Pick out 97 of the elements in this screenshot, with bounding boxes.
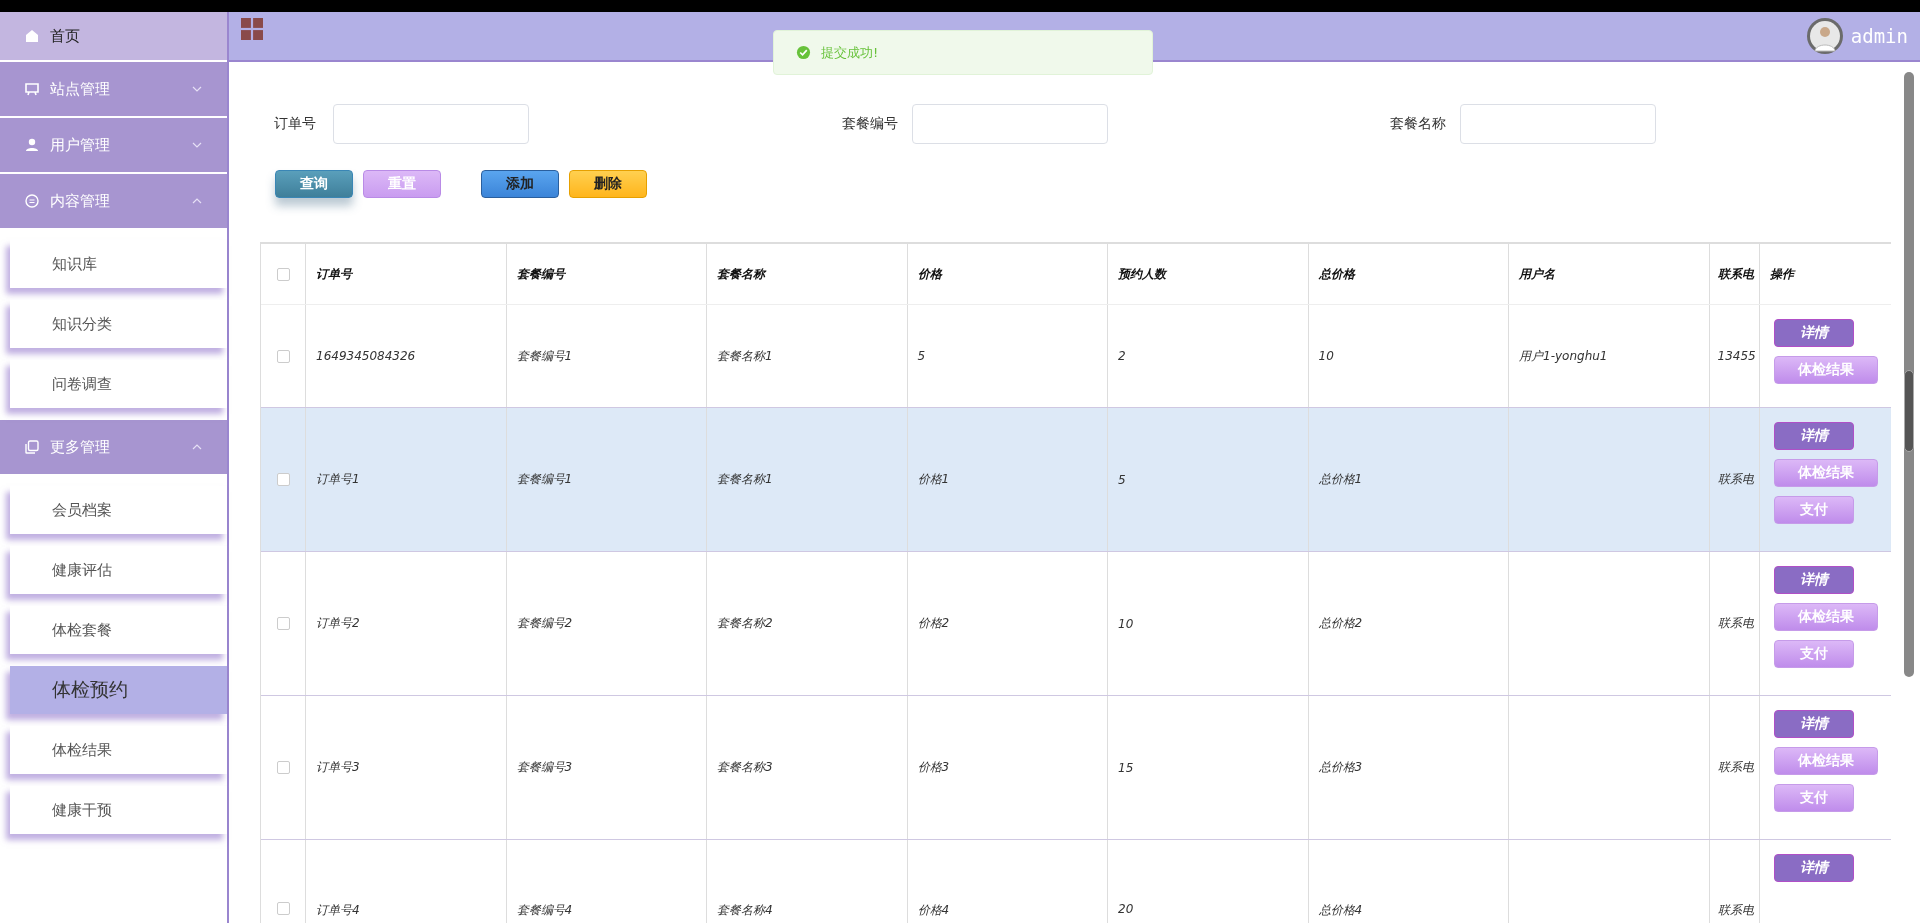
column-header: 用户名: [1509, 244, 1710, 304]
table-cell: 总价格4: [1308, 840, 1509, 923]
detail-button[interactable]: 详情: [1773, 566, 1854, 594]
menu-group[interactable]: 用户管理: [0, 118, 227, 174]
sidebar-item[interactable]: 体检套餐: [10, 606, 227, 654]
toast-message: 提交成功!: [821, 43, 879, 62]
table-row[interactable]: 订单号1 套餐编号1 套餐名称1 价格1 5 总价格1 联系电 详情 体检结果 支付: [261, 408, 1891, 552]
table-cell: 联系电: [1709, 840, 1760, 923]
home-icon: [24, 28, 40, 44]
sidebar-item[interactable]: 知识分类: [10, 300, 227, 348]
table-row[interactable]: 订单号3 套餐编号3 套餐名称3 价格3 15 总价格3 联系电 详情 体检结果 支付: [261, 696, 1891, 840]
table-cell: 2: [1108, 305, 1309, 407]
field-label: 套餐名称: [1389, 115, 1446, 133]
menu-group[interactable]: 更多管理: [0, 420, 227, 476]
table-cell: 套餐编号1: [506, 305, 707, 407]
detail-button[interactable]: 详情: [1773, 422, 1854, 450]
column-header: 预约人数: [1108, 244, 1309, 304]
table-cell: 套餐名称1: [707, 408, 908, 551]
table-cell: 5: [1108, 408, 1309, 551]
monitor-icon: [24, 81, 40, 97]
table-cell: 10: [1308, 305, 1509, 407]
column-header: 套餐编号: [506, 244, 707, 304]
column-header: 联系电: [1709, 244, 1760, 304]
chevron-up-icon: [191, 197, 203, 205]
detail-button[interactable]: 详情: [1773, 854, 1854, 882]
column-header: 总价格: [1308, 244, 1509, 304]
table-cell: 5: [907, 305, 1108, 407]
check-icon: [796, 45, 811, 60]
table-cell: 1649345084326: [306, 305, 507, 407]
checkbox[interactable]: [276, 902, 290, 915]
table-cell: 15: [1108, 696, 1309, 839]
table-cell: 套餐名称2: [707, 552, 908, 695]
sidebar-item[interactable]: 问卷调查: [10, 360, 227, 408]
detail-button[interactable]: 详情: [1773, 710, 1854, 738]
sidebar-item[interactable]: 知识库: [10, 240, 227, 288]
avatar-icon[interactable]: [1806, 18, 1843, 54]
table-row[interactable]: 订单号4 套餐编号4 套餐名称4 价格4 20 总价格4 联系电 详情: [261, 840, 1891, 923]
table-row[interactable]: 订单号2 套餐编号2 套餐名称2 价格2 10 总价格2 联系电 详情 体检结果 支付: [261, 552, 1891, 696]
sidebar-item[interactable]: 体检预约: [10, 666, 227, 714]
table-cell: 20: [1108, 840, 1309, 923]
table-cell: 总价格2: [1308, 552, 1509, 695]
table-cell: 总价格1: [1308, 408, 1509, 551]
column-header: 套餐名称: [707, 244, 908, 304]
sidebar-item[interactable]: 健康干预: [10, 786, 227, 834]
column-header: 订单号: [306, 244, 507, 304]
sidebar-item[interactable]: 会员档案: [10, 486, 227, 534]
table-cell: 价格1: [907, 408, 1108, 551]
table-cell: 订单号2: [306, 552, 507, 695]
table-cell: 联系电: [1709, 696, 1760, 839]
user-icon: [24, 137, 40, 153]
table-cell: 套餐编号4: [506, 840, 707, 923]
menu-group[interactable]: 站点管理: [0, 62, 227, 118]
checkbox[interactable]: [276, 761, 290, 774]
input-field[interactable]: [333, 104, 529, 144]
input-field[interactable]: [912, 104, 1108, 144]
table-cell: 10: [1108, 552, 1309, 695]
delete-button[interactable]: 删除: [569, 170, 647, 198]
grid-icon[interactable]: [241, 18, 263, 40]
field-label: 订单号: [274, 115, 317, 133]
table-cell: 联系电: [1709, 408, 1760, 551]
table-cell: 套餐名称3: [707, 696, 908, 839]
checkbox[interactable]: [276, 473, 290, 486]
sidebar-item[interactable]: 健康评估: [10, 546, 227, 594]
sidebar-item[interactable]: 体检结果: [10, 726, 227, 774]
detail-button[interactable]: 详情: [1773, 319, 1854, 347]
query-button[interactable]: 查询: [275, 170, 353, 198]
table-cell: 订单号4: [306, 840, 507, 923]
column-header: 操作: [1768, 265, 1797, 283]
checkbox[interactable]: [276, 267, 290, 281]
chevron-down-icon: [191, 141, 203, 149]
checkbox[interactable]: [276, 617, 290, 630]
table-cell: 套餐编号2: [506, 552, 707, 695]
table-cell: 套餐名称1: [707, 305, 908, 407]
scrollbar[interactable]: [1904, 72, 1914, 677]
add-button[interactable]: 添加: [481, 170, 559, 198]
table-cell: 订单号1: [306, 408, 507, 551]
table-cell: 总价格3: [1308, 696, 1509, 839]
table-cell: 价格4: [907, 840, 1108, 923]
table-cell: 联系电: [1709, 552, 1760, 695]
menu-group[interactable]: 内容管理: [0, 174, 227, 230]
field-label: 套餐编号: [841, 115, 898, 133]
table-cell: 套餐编号1: [506, 408, 707, 551]
copy-icon: [24, 439, 40, 455]
column-header: 价格: [907, 244, 1108, 304]
checkbox[interactable]: [276, 349, 290, 363]
chevron-down-icon: [191, 85, 203, 93]
table-cell: 价格3: [907, 696, 1108, 839]
table-cell: 13455: [1709, 305, 1760, 407]
table-cell: 套餐编号3: [506, 696, 707, 839]
table-cell: 用户1-yonghu1: [1509, 305, 1710, 407]
table-cell: 套餐名称4: [707, 840, 908, 923]
chat-icon: [24, 193, 40, 209]
input-field[interactable]: [1460, 104, 1656, 144]
chevron-up-icon: [191, 443, 203, 451]
sidebar-item[interactable]: 首页: [0, 12, 227, 62]
table-cell: 订单号3: [306, 696, 507, 839]
table-cell: 价格2: [907, 552, 1108, 695]
